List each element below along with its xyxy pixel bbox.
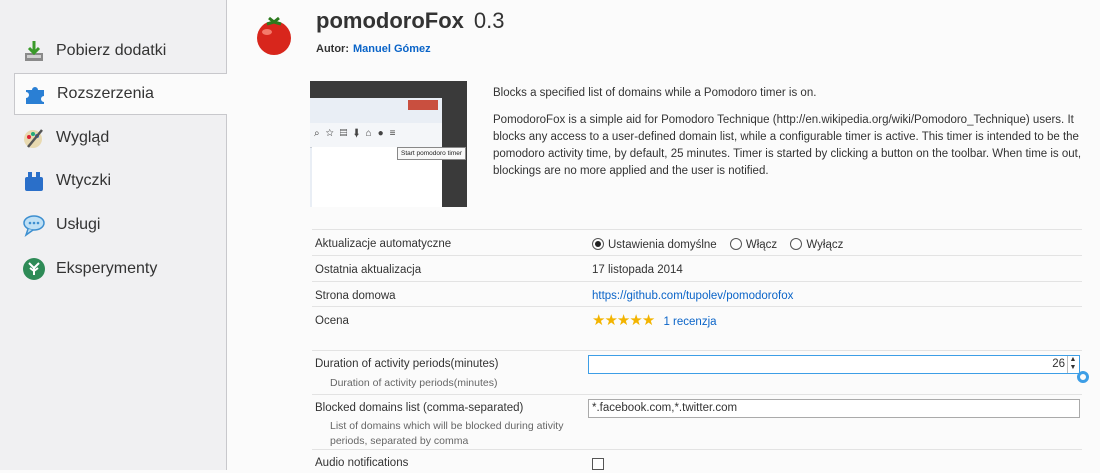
auto-update-options: Ustawienia domyślne Włącz Wyłącz	[592, 238, 843, 251]
homepage-row: Strona domowa https://github.com/tupolev…	[312, 281, 1082, 307]
rating-label: Ocena	[315, 315, 349, 327]
radio-button[interactable]	[790, 238, 803, 250]
audio-checkbox[interactable]	[592, 458, 604, 473]
author-line: Autor: Manuel Gómez	[316, 43, 431, 55]
sidebar-item-label: Wygląd	[56, 129, 110, 146]
radio-button[interactable]	[592, 238, 604, 250]
homepage-link[interactable]: https://github.com/tupolev/pomodorofox	[592, 290, 793, 302]
addon-detail: pomodoroFox 0.3 Autor: Manuel Gómez ⌕☆▤⬇⌂●…	[227, 0, 1100, 470]
author-link[interactable]: Manuel Gómez	[353, 43, 431, 55]
experiments-icon	[22, 257, 46, 281]
tomato-icon	[253, 14, 295, 56]
last-update-label: Ostatnia aktualizacja	[315, 264, 422, 276]
last-update-row: Ostatnia aktualizacja 17 listopada 2014	[312, 255, 1082, 282]
sidebar-item-label: Wtyczki	[56, 172, 112, 189]
star-icon: ★	[641, 312, 655, 329]
duration-value: 26	[1052, 358, 1065, 370]
duration-pref-row: Duration of activity periods(minutes) Du…	[312, 350, 1089, 395]
duration-sub: Duration of activity periods(minutes)	[330, 377, 498, 389]
loading-indicator	[1077, 371, 1089, 383]
page-title: pomodoroFox 0.3	[316, 8, 504, 34]
sidebar: Pobierz dodatki Rozszerzenia Wygląd Wtyc…	[0, 0, 227, 470]
blocked-sub: List of domains which will be blocked du…	[330, 420, 564, 447]
star-icon: ★	[629, 312, 642, 329]
last-update-value: 17 listopada 2014	[592, 264, 683, 276]
sidebar-item-extensions[interactable]: Rozszerzenia	[14, 73, 227, 115]
radio-label: Włącz	[745, 239, 778, 251]
sidebar-item-experiments[interactable]: Eksperymenty	[14, 248, 226, 290]
sidebar-item-label: Eksperymenty	[56, 260, 158, 277]
addon-version: 0.3	[473, 8, 505, 33]
blocked-label: Blocked domains list (comma-separated)	[315, 402, 524, 414]
sidebar-item-label: Pobierz dodatki	[56, 42, 167, 59]
puzzle-icon	[23, 82, 47, 106]
summary-text: Blocks a specified list of domains while…	[493, 87, 817, 99]
auto-update-row: Aktualizacje automatyczne Ustawienia dom…	[312, 229, 1082, 256]
blocked-pref-row: Blocked domains list (comma-separated) L…	[312, 394, 1082, 450]
duration-stepper[interactable]: 26 ▲ ▼	[588, 355, 1080, 374]
tooltip: Start pomodoro timer	[397, 147, 467, 160]
description-text: PomodoroFox is a simple aid for Pomodoro…	[493, 114, 1082, 177]
stepper-arrows[interactable]: ▲ ▼	[1067, 356, 1078, 373]
duration-label: Duration of activity periods(minutes)	[315, 358, 499, 370]
brush-icon	[22, 126, 46, 150]
sidebar-item-services[interactable]: Usługi	[14, 204, 226, 246]
rating-row: Ocena ★★★★★ 1 recenzja	[312, 306, 1082, 335]
addon-name: pomodoroFox	[316, 8, 464, 33]
radio-disable[interactable]: Wyłącz	[790, 238, 844, 251]
audio-pref-row: Audio notifications	[312, 449, 1082, 471]
radio-label: Ustawienia domyślne	[608, 239, 717, 251]
sidebar-item-label: Usługi	[56, 216, 101, 233]
blocked-domains-input[interactable]: *.facebook.com,*.twitter.com	[588, 399, 1080, 418]
audio-label: Audio notifications	[315, 457, 409, 469]
auto-update-label: Aktualizacje automatyczne	[315, 238, 452, 250]
author-label: Autor:	[316, 43, 349, 55]
sidebar-item-appearance[interactable]: Wygląd	[14, 117, 226, 159]
star-icon: ★	[604, 312, 617, 329]
radio-default[interactable]: Ustawienia domyślne	[592, 238, 717, 251]
radio-label: Wyłącz	[806, 239, 844, 251]
sidebar-item-get-addons[interactable]: Pobierz dodatki	[14, 30, 226, 72]
radio-enable[interactable]: Włącz	[729, 238, 778, 251]
download-icon	[22, 39, 46, 63]
star-icon: ★	[592, 312, 605, 329]
addon-screenshot[interactable]: ⌕☆▤⬇⌂●≡ Start pomodoro timer	[310, 81, 467, 207]
star-icon: ★	[616, 312, 630, 329]
radio-button[interactable]	[729, 238, 742, 250]
sidebar-item-label: Rozszerzenia	[57, 85, 154, 102]
reviews-link[interactable]: 1 recenzja	[663, 316, 716, 328]
rating-value: ★★★★★ 1 recenzja	[592, 311, 717, 329]
plugin-icon	[22, 169, 46, 193]
chat-icon	[22, 213, 46, 237]
homepage-label: Strona domowa	[315, 290, 396, 302]
addon-description: Blocks a specified list of domains while…	[493, 85, 1093, 190]
sidebar-item-plugins[interactable]: Wtyczki	[14, 160, 226, 202]
